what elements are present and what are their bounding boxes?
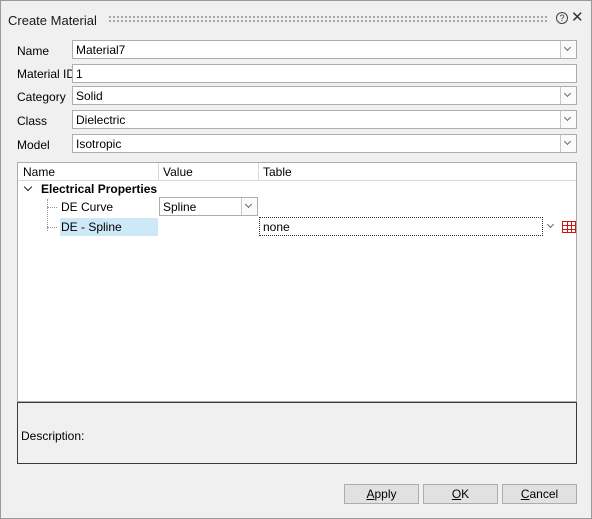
chevron-down-icon: [563, 89, 572, 98]
apply-button[interactable]: Apply: [344, 484, 419, 504]
chevron-down-icon: [563, 43, 572, 52]
column-header-value[interactable]: Value: [158, 163, 258, 181]
tree-connector-line: [47, 207, 57, 208]
apply-label-rest: pply: [374, 487, 397, 501]
tree-header: Name Value Table: [18, 163, 576, 181]
name-label: Name: [17, 44, 50, 58]
model-select[interactable]: Isotropic: [72, 134, 577, 153]
class-value: Dielectric: [76, 113, 126, 127]
model-dropdown-button[interactable]: [560, 135, 576, 152]
class-label: Class: [17, 114, 48, 128]
create-material-dialog: Create Material ? ✕ Name Material7 Mater…: [0, 0, 592, 519]
class-dropdown-button[interactable]: [560, 111, 576, 128]
model-value: Isotropic: [76, 137, 122, 151]
name-combobox[interactable]: Material7: [72, 40, 577, 59]
property-tree[interactable]: Name Value Table Electrical Properties D…: [17, 162, 577, 402]
tree-row-de-curve[interactable]: DE Curve: [60, 198, 158, 216]
apply-mnemonic: A: [366, 487, 375, 501]
ok-mnemonic: O: [451, 487, 462, 501]
chevron-down-icon: [546, 220, 555, 229]
class-select[interactable]: Dielectric: [72, 110, 577, 129]
column-header-table[interactable]: Table: [258, 163, 576, 181]
de-curve-dropdown-button[interactable]: [241, 198, 257, 215]
material-id-value: 1: [76, 67, 83, 81]
de-curve-value: Spline: [163, 200, 197, 214]
expand-chevron-icon[interactable]: [23, 182, 33, 192]
category-label: Category: [17, 90, 66, 104]
de-spline-table-select[interactable]: none: [259, 217, 543, 236]
category-dropdown-button[interactable]: [560, 87, 576, 104]
tree-group-electrical-properties[interactable]: Electrical Properties: [18, 181, 576, 197]
cancel-button[interactable]: Cancel: [502, 484, 577, 504]
de-curve-value-select[interactable]: Spline: [159, 197, 258, 216]
name-dropdown-button[interactable]: [560, 41, 576, 58]
help-icon[interactable]: ?: [556, 12, 568, 24]
ok-button[interactable]: OK: [423, 484, 498, 504]
tree-row-de-spline[interactable]: DE - Spline: [60, 218, 158, 236]
description-label: Description:: [21, 429, 85, 443]
table-icon[interactable]: [562, 221, 576, 233]
group-label: Electrical Properties: [41, 182, 158, 196]
title-bar[interactable]: Create Material ? ✕: [1, 1, 591, 35]
material-id-label: Material ID: [17, 67, 76, 81]
close-icon[interactable]: ✕: [571, 8, 584, 26]
description-panel: Description:: [17, 402, 577, 464]
de-spline-table-value: none: [263, 220, 290, 234]
chevron-down-icon: [563, 113, 572, 122]
ok-label-rest: K: [461, 487, 470, 501]
dialog-title: Create Material: [8, 13, 97, 28]
de-spline-dropdown-button[interactable]: [544, 218, 560, 235]
name-value: Material7: [76, 43, 126, 57]
column-header-name[interactable]: Name: [18, 163, 158, 181]
category-select[interactable]: Solid: [72, 86, 577, 105]
material-id-input[interactable]: 1: [72, 64, 577, 83]
model-label: Model: [17, 138, 50, 152]
chevron-down-icon: [244, 200, 253, 209]
cancel-label-rest: ancel: [529, 487, 559, 501]
drag-grip[interactable]: [108, 15, 548, 23]
tree-connector-line: [47, 227, 57, 228]
category-value: Solid: [76, 89, 103, 103]
chevron-down-icon: [563, 137, 572, 146]
